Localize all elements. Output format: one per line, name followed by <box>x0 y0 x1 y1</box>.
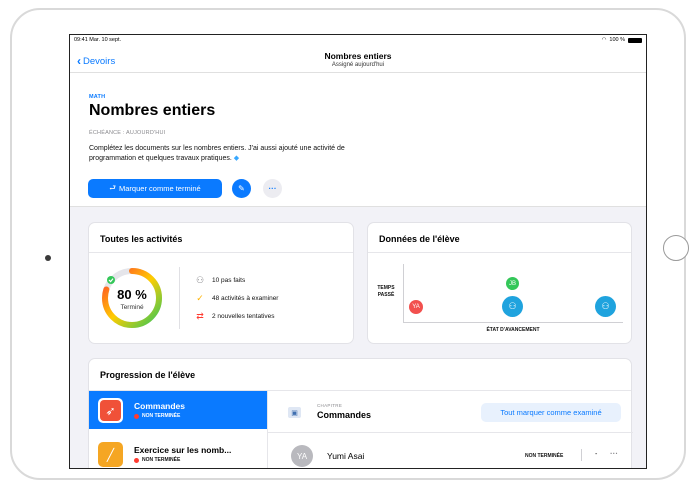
mark-all-reviewed-button[interactable]: Tout marquer comme examiné <box>481 403 621 422</box>
assignment-title: Nombres entiers <box>89 102 216 119</box>
y-axis <box>403 264 404 322</box>
student-dot-ya[interactable]: YA <box>409 300 423 314</box>
chapter-name: Commandes <box>317 410 372 420</box>
avatar: YA <box>291 445 313 467</box>
divider <box>179 267 180 329</box>
percent-complete: 80 % <box>117 287 147 302</box>
activities-title: Toutes les activités <box>100 234 183 244</box>
dot-initials: YA <box>412 304 420 310</box>
due-date: ÉCHÉANCE : AUJOURD'HUI <box>89 130 166 136</box>
swift-icon: ➶ <box>98 398 123 423</box>
retry-icon: ⇄ <box>196 311 204 321</box>
people-icon: ⚇ <box>195 275 205 285</box>
divider <box>89 252 353 253</box>
battery-label: 100 % <box>609 37 625 43</box>
wifi-icon: ◠ <box>601 37 607 43</box>
activity-item-commandes[interactable]: ➶ Commandes NON TERMINÉE <box>89 391 267 429</box>
camera <box>45 255 51 261</box>
activity-item-exercice[interactable]: ╱ Exercice sur les nomb... NON TERMINÉE <box>89 435 267 468</box>
x-axis <box>403 322 623 323</box>
nav-title: Nombres entiers <box>324 51 392 61</box>
divider <box>581 449 582 461</box>
activities-card: Toutes les activités 80 % Terminé ⚇ 10 p… <box>88 222 354 344</box>
group-dot[interactable]: ⚇ <box>595 296 616 317</box>
status-dot <box>134 413 139 419</box>
stat-retries: ⇄ 2 nouvelles tentatives <box>194 311 275 322</box>
group-icon: ⚇ <box>601 301 610 311</box>
student-dot-jb[interactable]: JB <box>506 277 519 290</box>
student-status: NON TERMINÉE <box>525 453 564 459</box>
assignment-header: MATH Nombres entiers ÉCHÉANCE : AUJOURD'… <box>70 73 646 207</box>
description-text: Complétez les documents sur les nombres … <box>89 145 345 162</box>
battery-icon <box>628 37 642 43</box>
student-name[interactable]: Yumi Asai <box>327 451 364 461</box>
screen: 09:41 Mar. 10 sept. ◠ 100 % ‹ Devoirs No… <box>69 34 647 469</box>
assignment-description: Complétez les documents sur les nombres … <box>89 144 389 164</box>
divider <box>368 252 631 253</box>
checkmark-badge <box>107 276 115 284</box>
stat-not-done: ⚇ 10 pas faits <box>194 275 245 286</box>
nav-subtitle: Assigné aujourd'hui <box>331 62 385 68</box>
stat-text: 2 nouvelles tentatives <box>212 313 275 320</box>
activity-name: Exercice sur les nomb... <box>134 445 232 455</box>
pencil-icon: ✎ <box>238 184 245 193</box>
progress-title: Progression de l'élève <box>100 370 196 380</box>
progress-card: Progression de l'élève ➶ Commandes NON T… <box>88 358 633 468</box>
dot-initials: JB <box>508 280 516 287</box>
edit-button[interactable]: ✎ <box>232 179 251 198</box>
y-label-line1: TEMPS <box>377 285 395 291</box>
activity-status: NON TERMINÉE <box>134 457 180 463</box>
status-bar: 09:41 Mar. 10 sept. ◠ 100 % <box>70 35 646 45</box>
status-time: 09:41 Mar. 10 sept. <box>74 37 122 43</box>
status-dot <box>134 457 139 463</box>
status-text: NON TERMINÉE <box>142 457 181 463</box>
divider <box>267 391 268 468</box>
activity-name: Commandes <box>134 401 186 411</box>
student-score: - <box>595 451 598 458</box>
student-data-card: Données de l'élève TEMPS PASSÉ ÉTAT D'AV… <box>367 222 632 344</box>
status-text: NON TERMINÉE <box>142 413 181 419</box>
subject-label: MATH <box>89 94 106 100</box>
stat-text: 48 activités à examiner <box>212 295 279 302</box>
stat-text: 10 pas faits <box>212 277 246 284</box>
ellipsis-icon[interactable]: ··· <box>610 449 618 458</box>
group-icon: ⚇ <box>508 301 517 311</box>
mark-done-label: Marquer comme terminé <box>119 184 201 193</box>
ellipsis-icon: ··· <box>268 184 277 193</box>
chapter-label: CHAPITRE <box>317 403 343 408</box>
x-axis-label: ÉTAT D'AVANCEMENT <box>486 327 540 333</box>
more-button[interactable]: ··· <box>263 179 282 198</box>
activity-status: NON TERMINÉE <box>134 413 180 419</box>
y-label-line2: PASSÉ <box>377 291 395 298</box>
gem-icon: ◆ <box>233 155 240 162</box>
check-icon: ✓ <box>196 293 204 303</box>
home-button[interactable] <box>663 235 689 261</box>
image-icon: ▣ <box>288 407 301 418</box>
student-data-title: Données de l'élève <box>379 234 460 244</box>
divider <box>267 432 633 433</box>
mark-done-button[interactable]: ⮐ Marquer comme terminé <box>88 179 222 198</box>
group-dot[interactable]: ⚇ <box>502 296 523 317</box>
stat-to-review: ✓ 48 activités à examiner <box>194 293 278 304</box>
return-arrow-icon: ⮐ <box>109 183 117 192</box>
y-axis-label: TEMPS PASSÉ <box>372 285 400 298</box>
percent-label: Terminé <box>120 304 144 311</box>
navigation-bar: ‹ Devoirs Nombres entiers Assigné aujour… <box>70 45 646 73</box>
pencil-doc-icon: ╱ <box>98 442 123 467</box>
